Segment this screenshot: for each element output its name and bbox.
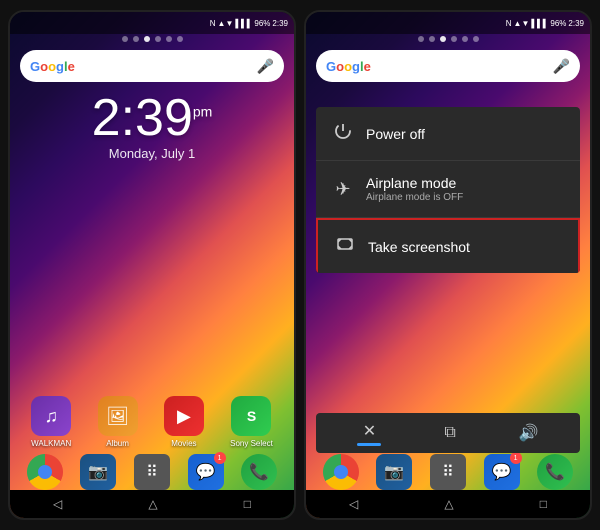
search-bar-right[interactable]: Google 🎤 bbox=[316, 50, 580, 82]
airplane-text: Airplane mode Airplane mode is OFF bbox=[366, 175, 564, 203]
google-logo-left: Google bbox=[30, 59, 75, 74]
apps-area-left: ♫ WALKMAN 🖼 Album ▶ Movies S Sony Select bbox=[10, 396, 294, 448]
xmode-icon: ✕ bbox=[363, 421, 376, 441]
screenshot-text: Take screenshot bbox=[368, 239, 562, 255]
qs-volume[interactable]: 🔊 bbox=[519, 423, 539, 443]
dot-4 bbox=[155, 36, 161, 42]
mic-icon-left[interactable]: 🎤 bbox=[257, 58, 274, 75]
messages-icon-left[interactable]: 💬 1 bbox=[188, 454, 224, 490]
phone-icon-left[interactable]: 📞 bbox=[241, 454, 277, 490]
volume-icon: 🔊 bbox=[519, 423, 539, 443]
dot-1 bbox=[122, 36, 128, 42]
airplane-subtitle: Airplane mode is OFF bbox=[366, 192, 564, 203]
chrome-icon-right[interactable] bbox=[323, 454, 359, 490]
home-button-left[interactable]: △ bbox=[148, 497, 157, 511]
clock-area: 2:39pm Monday, July 1 bbox=[10, 92, 294, 161]
apps-grid-icon-left[interactable]: ⠿ bbox=[134, 454, 170, 490]
qs-xmode[interactable]: ✕ bbox=[357, 421, 381, 446]
power-off-item[interactable]: Power off bbox=[316, 107, 580, 161]
nav-bar-right: ◁ △ □ bbox=[306, 490, 590, 518]
qs-rotate[interactable]: ⧉ bbox=[444, 424, 455, 442]
back-button-right[interactable]: ◁ bbox=[349, 497, 358, 511]
battery-text-right: 96% bbox=[550, 19, 566, 28]
dot-2 bbox=[133, 36, 139, 42]
sonyselect-icon: S bbox=[231, 396, 271, 436]
chrome-inner-left bbox=[38, 465, 52, 479]
app-album[interactable]: 🖼 Album bbox=[98, 396, 138, 448]
xmode-bar bbox=[357, 443, 381, 446]
mic-icon-right[interactable]: 🎤 bbox=[553, 58, 570, 75]
walkman-label: WALKMAN bbox=[31, 439, 71, 448]
messages-icon-right[interactable]: 💬 1 bbox=[484, 454, 520, 490]
status-icons-right: N ▲▼ ▌▌▌ 96% 2:39 bbox=[506, 19, 584, 28]
airplane-mode-item[interactable]: ✈ Airplane mode Airplane mode is OFF bbox=[316, 161, 580, 218]
walkman-icon: ♫ bbox=[31, 396, 71, 436]
dot-3-active bbox=[144, 36, 150, 42]
battery-text: 96% bbox=[254, 19, 270, 28]
r-dot-1 bbox=[418, 36, 424, 42]
phones-container: N ▲▼ ▌▌▌ 96% 2:39 Google 🎤 bbox=[0, 0, 600, 530]
power-icon bbox=[332, 121, 354, 146]
app-sonyselect[interactable]: S Sony Select bbox=[230, 396, 273, 448]
recent-button-right[interactable]: □ bbox=[540, 497, 547, 511]
left-phone: N ▲▼ ▌▌▌ 96% 2:39 Google 🎤 bbox=[8, 10, 296, 520]
chrome-icon-left[interactable] bbox=[27, 454, 63, 490]
signal-icon: ▲▼ bbox=[218, 19, 234, 28]
r-dot-6 bbox=[473, 36, 479, 42]
camera-icon-left[interactable]: 📷 bbox=[80, 454, 116, 490]
dot-6 bbox=[177, 36, 183, 42]
nav-bar-left: ◁ △ □ bbox=[10, 490, 294, 518]
recent-button-left[interactable]: □ bbox=[244, 497, 251, 511]
status-icons-left: N ▲▼ ▌▌▌ 96% 2:39 bbox=[210, 19, 288, 28]
movies-label: Movies bbox=[171, 439, 196, 448]
nfc-icon-right: N bbox=[506, 19, 512, 28]
rotate-icon: ⧉ bbox=[444, 424, 455, 442]
time-right: 2:39 bbox=[568, 19, 584, 28]
messages-badge-right: 1 bbox=[510, 452, 522, 464]
page-dots-right bbox=[306, 36, 590, 42]
phone-icon-right[interactable]: 📞 bbox=[537, 454, 573, 490]
nfc-icon: N bbox=[210, 19, 216, 28]
airplane-title: Airplane mode bbox=[366, 175, 564, 191]
google-logo-right: Google bbox=[326, 59, 371, 74]
dock-right: 📷 ⠿ 💬 1 📞 bbox=[306, 454, 590, 490]
sonyselect-label: Sony Select bbox=[230, 439, 273, 448]
app-walkman[interactable]: ♫ WALKMAN bbox=[31, 396, 71, 448]
signal-icon-right: ▲▼ bbox=[514, 19, 530, 28]
power-off-text: Power off bbox=[366, 126, 564, 142]
page-dots-left bbox=[10, 36, 294, 42]
dot-5 bbox=[166, 36, 172, 42]
time-left: 2:39 bbox=[272, 19, 288, 28]
album-icon: 🖼 bbox=[98, 396, 138, 436]
dock-left: 📷 ⠿ 💬 1 📞 bbox=[10, 454, 294, 490]
bars-icon: ▌▌▌ bbox=[235, 19, 252, 28]
messages-badge-left: 1 bbox=[214, 452, 226, 464]
chrome-inner-right bbox=[334, 465, 348, 479]
clock-time: 2:39pm bbox=[10, 92, 294, 144]
r-dot-3-active bbox=[440, 36, 446, 42]
screenshot-title: Take screenshot bbox=[368, 239, 562, 255]
bars-icon-right: ▌▌▌ bbox=[531, 19, 548, 28]
app-movies[interactable]: ▶ Movies bbox=[164, 396, 204, 448]
search-bar-left[interactable]: Google 🎤 bbox=[20, 50, 284, 82]
power-off-title: Power off bbox=[366, 126, 564, 142]
status-bar-right: N ▲▼ ▌▌▌ 96% 2:39 bbox=[306, 12, 590, 34]
screenshot-icon bbox=[334, 234, 356, 259]
movies-icon: ▶ bbox=[164, 396, 204, 436]
take-screenshot-item[interactable]: Take screenshot bbox=[316, 218, 580, 273]
right-phone: N ▲▼ ▌▌▌ 96% 2:39 Google 🎤 bbox=[304, 10, 592, 520]
back-button-left[interactable]: ◁ bbox=[53, 497, 62, 511]
airplane-icon: ✈ bbox=[332, 179, 354, 200]
status-bar-left: N ▲▼ ▌▌▌ 96% 2:39 bbox=[10, 12, 294, 34]
r-dot-2 bbox=[429, 36, 435, 42]
quick-settings: ✕ ⧉ 🔊 bbox=[316, 413, 580, 453]
power-menu: Power off ✈ Airplane mode Airplane mode … bbox=[316, 107, 580, 273]
r-dot-5 bbox=[462, 36, 468, 42]
camera-icon-right[interactable]: 📷 bbox=[376, 454, 412, 490]
album-label: Album bbox=[106, 439, 129, 448]
home-button-right[interactable]: △ bbox=[444, 497, 453, 511]
r-dot-4 bbox=[451, 36, 457, 42]
apps-grid-icon-right[interactable]: ⠿ bbox=[430, 454, 466, 490]
clock-date: Monday, July 1 bbox=[10, 146, 294, 161]
